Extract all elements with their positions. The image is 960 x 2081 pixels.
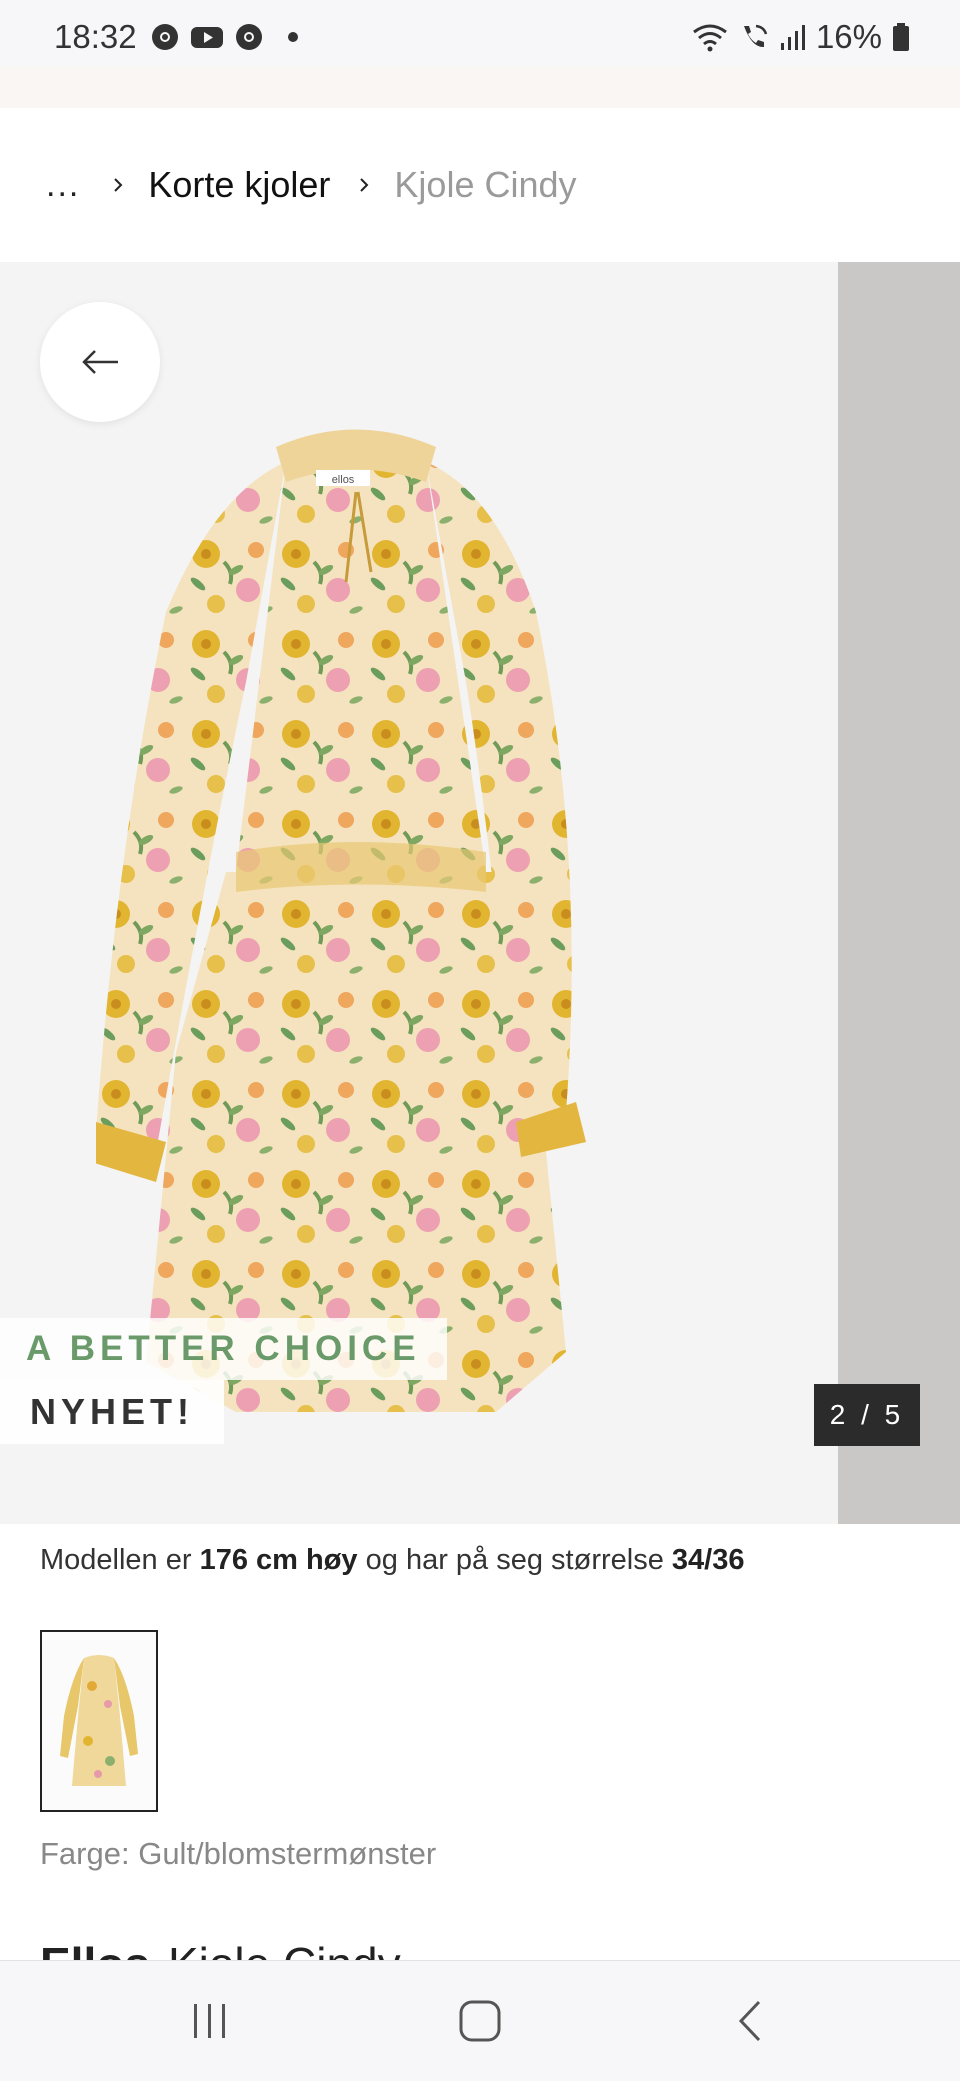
home-icon (459, 2000, 501, 2042)
status-app-icons (150, 22, 298, 52)
wifi-icon (693, 24, 727, 52)
arrow-left-icon (82, 350, 118, 374)
model-size-info: Modellen er 176 cm høy og har på seg stø… (40, 1544, 744, 1577)
badge-new: NYHET! (0, 1380, 224, 1444)
system-navigation-bar (0, 1960, 960, 2081)
image-counter: 2 / 5 (814, 1384, 920, 1446)
product-image-dress: ellos (96, 429, 586, 1412)
battery-percent: 16% (815, 18, 882, 55)
notification-dot (288, 32, 298, 42)
thumbnail-dress-image (60, 1655, 138, 1786)
youtube-icon (191, 27, 223, 48)
product-image-gallery[interactable]: ellos A BETTER CHOICE NYHET! 2 / 5 (0, 262, 960, 1524)
color-label: Farge: Gult/blomstermønster (40, 1836, 436, 1872)
signal-icon (780, 25, 805, 50)
badge-better-choice: A BETTER CHOICE (0, 1318, 447, 1380)
dress-brand-label: ellos (332, 474, 355, 486)
model-info-middle: og har på seg størrelse (357, 1544, 672, 1576)
product-title: Ellos Kjole Cindy (40, 1934, 401, 1962)
chrome-icon (236, 24, 262, 50)
color-thumbnail[interactable] (40, 1630, 158, 1812)
recent-apps-icon (194, 2004, 225, 2038)
model-info-prefix: Modellen er (40, 1544, 200, 1576)
breadcrumb: ... Korte kjoler Kjole Cindy (0, 108, 960, 262)
home-button[interactable] (420, 1961, 540, 2081)
breadcrumb-link-korte-kjoler[interactable]: Korte kjoler (148, 164, 330, 206)
color-label-text: Farge: Gult/blomstermønster (40, 1836, 437, 1871)
recent-apps-button[interactable] (150, 1961, 270, 2081)
status-bar: 18:32 16% (0, 0, 960, 66)
wifi-calling-icon (743, 24, 768, 48)
promo-band (0, 66, 960, 108)
product-brand: Ellos (40, 1938, 150, 1962)
breadcrumb-ellipsis[interactable]: ... (46, 166, 80, 205)
chevron-right-icon (360, 178, 369, 192)
model-size: 34/36 (671, 1544, 745, 1576)
status-time: 18:32 (54, 18, 137, 55)
chevron-left-icon (738, 2000, 761, 2042)
breadcrumb-current: Kjole Cindy (394, 164, 577, 205)
model-height: 176 cm høy (199, 1544, 358, 1576)
back-nav-button[interactable] (690, 1961, 810, 2081)
product-name: Kjole Cindy (168, 1938, 401, 1962)
next-image-preview[interactable] (838, 262, 960, 1524)
chrome-icon (152, 24, 178, 50)
back-button[interactable] (40, 302, 160, 422)
battery-icon (893, 23, 909, 51)
chevron-right-icon (114, 178, 123, 192)
status-right: 16% (692, 18, 910, 56)
